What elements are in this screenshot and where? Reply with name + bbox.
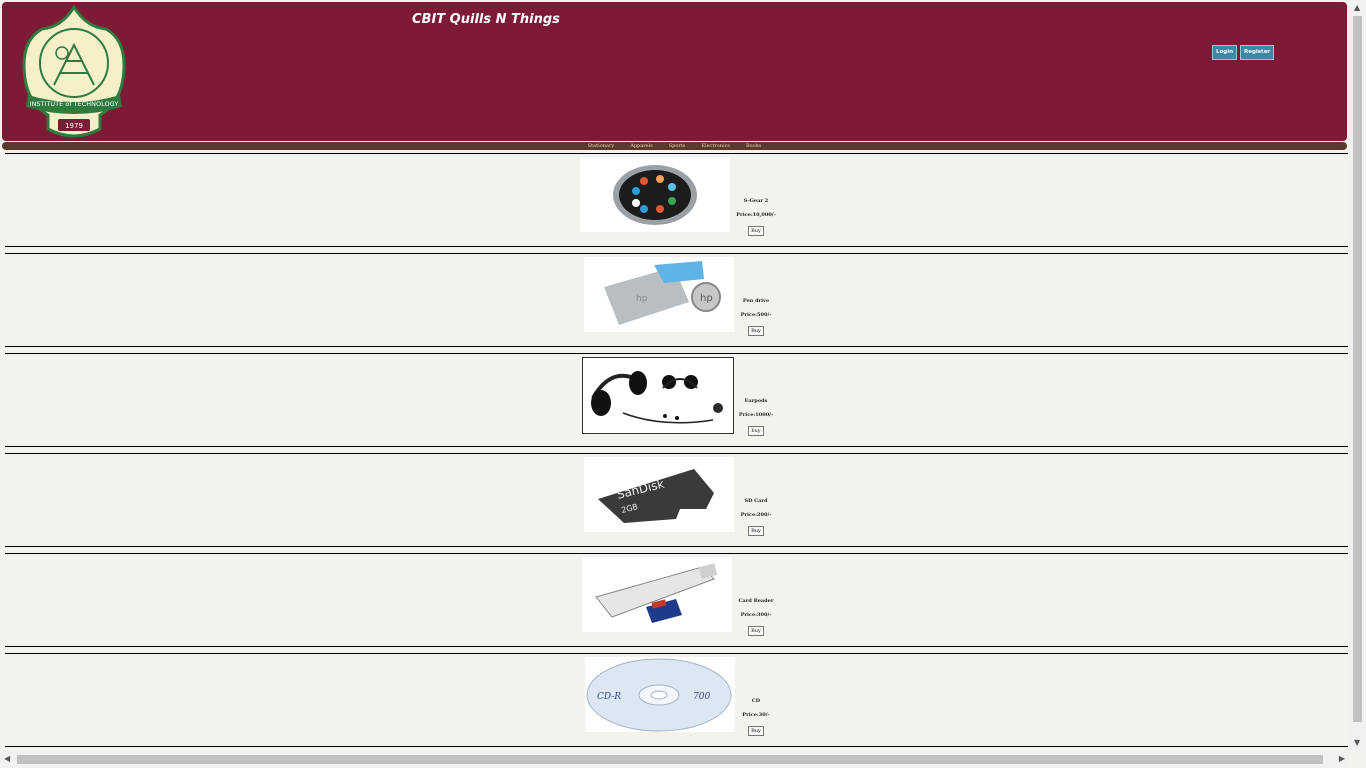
college-logo: INSTITUTE of TECHNOLOGY 1979 [22,5,126,138]
product-info: Earpods Price:1000/- buy [736,398,776,436]
register-button[interactable]: Register [1240,45,1275,60]
nav-item-sports[interactable]: Sports [669,143,686,149]
product-name: Card Reader [738,598,774,604]
product-info: Card Reader Price:300/- Buy [736,598,776,636]
scroll-left-arrow-icon[interactable]: ◀ [4,754,10,763]
pen-drive-image: hp hp [584,257,734,332]
product-row: CD-R 700 CD Price:30/- Buy [5,653,1348,747]
product-info: S-Gear 2 Price:10,000/- Buy [736,198,776,236]
svg-text:700: 700 [693,692,710,702]
product-price: Price:1000/- [738,412,774,418]
buy-button[interactable]: Buy [748,626,764,636]
horizontal-scrollbar[interactable]: ◀ ▶ [0,751,1349,768]
svg-text:1979: 1979 [65,122,83,130]
product-info: SD Card Price:200/- Buy [736,498,776,536]
scroll-up-arrow-icon[interactable]: ▲ [1354,4,1360,12]
product-price: Price:10,000/- [736,212,776,218]
login-button[interactable]: Login [1212,45,1238,60]
product-row: S-Gear 2 Price:10,000/- Buy [5,153,1348,247]
product-name: S-Gear 2 [743,198,769,204]
svg-text:hp: hp [636,294,648,304]
nav-item-stationary[interactable]: Stationary [588,143,614,149]
smartwatch-image [580,157,730,232]
svg-text:INSTITUTE of TECHNOLOGY: INSTITUTE of TECHNOLOGY [30,100,119,108]
nav-item-apparels[interactable]: Apparels [630,143,653,149]
product-row: Earpods Price:1000/- buy [5,353,1348,447]
buy-button[interactable]: Buy [748,526,764,536]
product-name: Earpods [744,398,768,404]
buy-button[interactable]: buy [748,426,764,436]
product-price: Price:30/- [742,712,770,718]
buy-button[interactable]: Buy [748,226,764,236]
svg-text:CD-R: CD-R [597,692,621,702]
product-name: SD Card [744,498,768,504]
sd-card-image: SanDisk 2GB [584,457,734,532]
product-info: CD Price:30/- Buy [736,698,776,736]
scroll-down-arrow-icon[interactable]: ▼ [1354,739,1360,747]
product-info: Pen drive Price:500/- Buy [736,298,776,336]
product-price: Price:200/- [740,512,772,518]
product-name: Pen drive [742,298,770,304]
buy-button[interactable]: Buy [748,326,764,336]
product-row: Card Reader Price:300/- Buy [5,553,1348,647]
vertical-scrollbar[interactable]: ▲ ▼ [1349,0,1366,751]
product-row: SanDisk 2GB SD Card Price:200/- Buy [5,453,1348,547]
nav-item-books[interactable]: Books [746,143,761,149]
buy-button[interactable]: Buy [748,726,764,736]
product-price: Price:500/- [740,312,772,318]
vertical-scroll-thumb[interactable] [1353,16,1362,722]
site-title: CBIT Quills N Things [412,12,560,27]
product-name: CD [751,698,761,704]
headphones-image [582,357,734,434]
site-header: INSTITUTE of TECHNOLOGY 1979 CBIT Quills… [2,2,1347,141]
scroll-right-arrow-icon[interactable]: ▶ [1339,754,1345,763]
svg-text:hp: hp [700,293,713,304]
product-row: hp hp Pen drive Price:500/- Buy [5,253,1348,347]
horizontal-scroll-thumb[interactable] [17,755,1323,764]
cd-image: CD-R 700 [585,657,735,732]
product-price: Price:300/- [740,612,772,618]
card-reader-image [582,557,732,632]
nav-item-electronics[interactable]: Electronics [701,143,730,149]
category-nav: Stationary Apparels Sports Electronics B… [2,142,1347,150]
